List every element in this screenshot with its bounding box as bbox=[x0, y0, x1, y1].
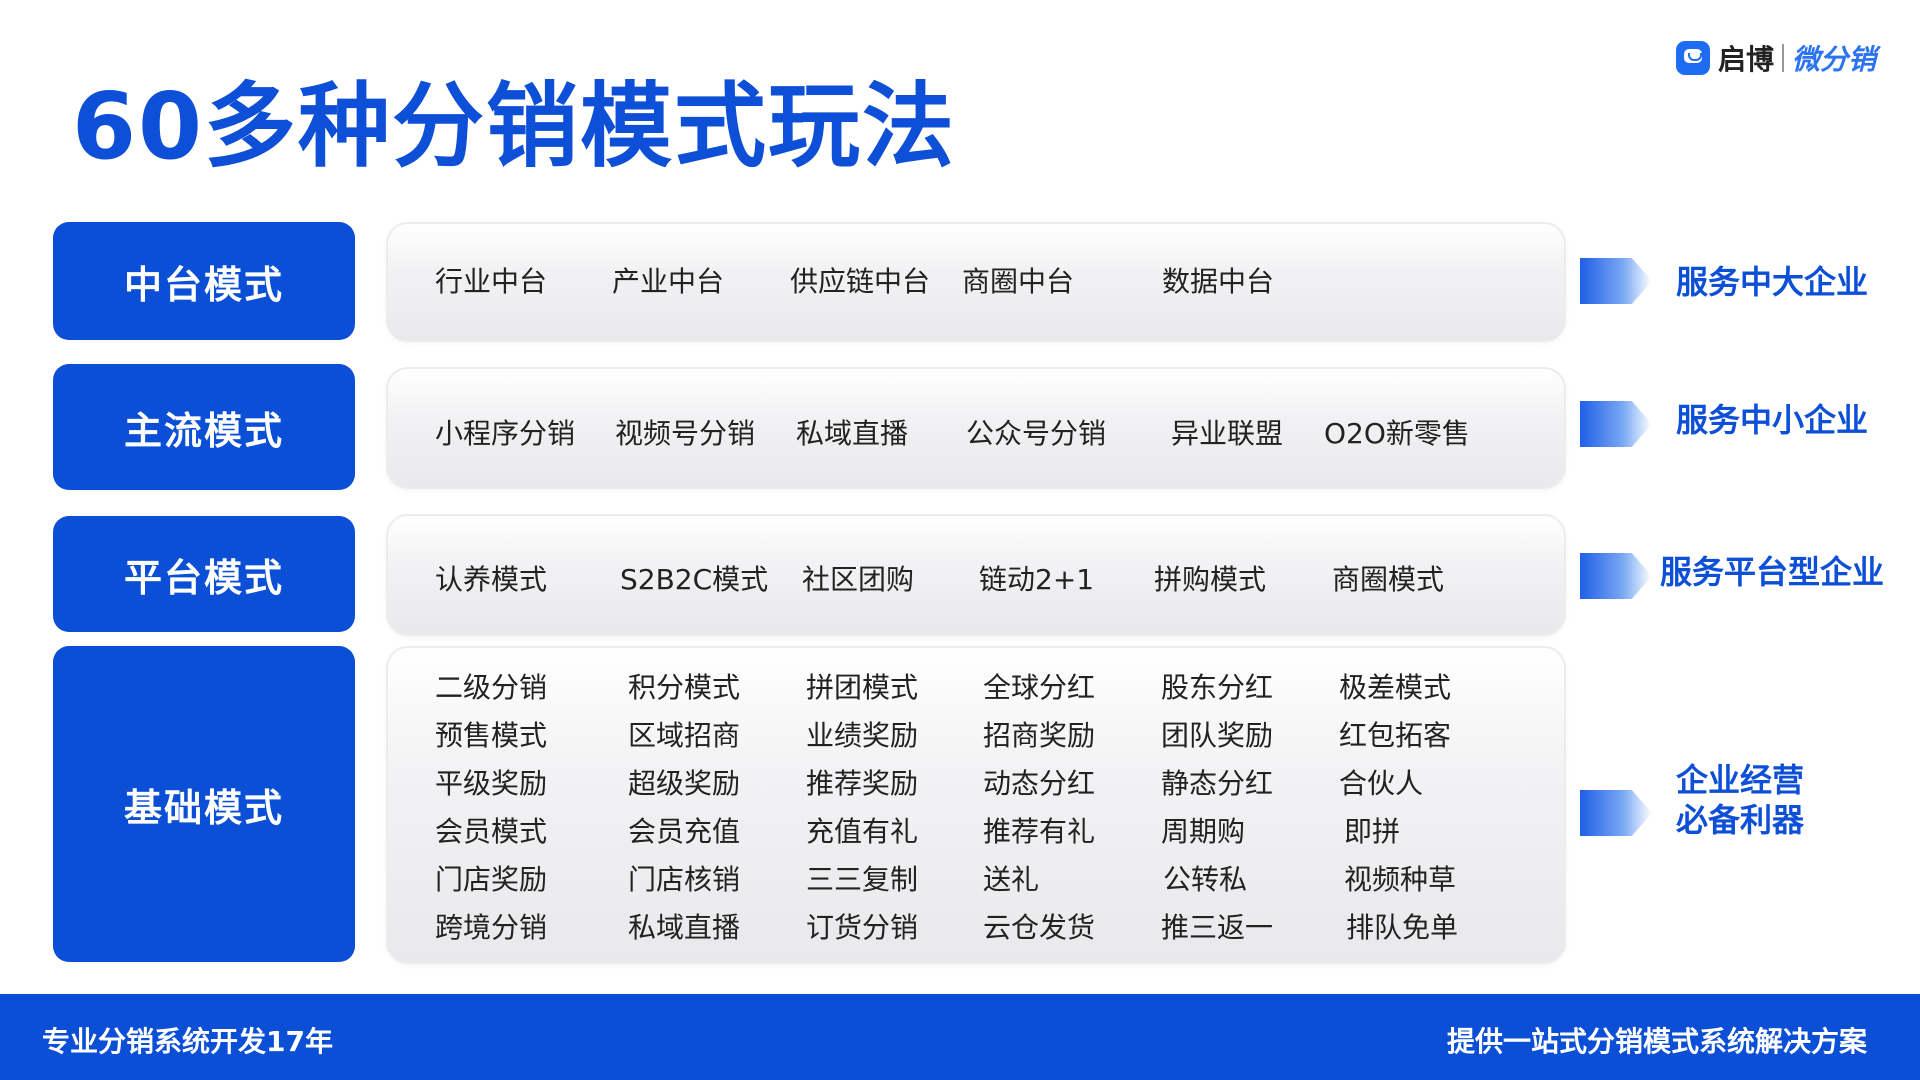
mode-item: 私域直播 bbox=[628, 911, 741, 944]
mode-item: 行业中台 bbox=[435, 265, 548, 298]
mode-badge-middle-platform: 中台模式 bbox=[53, 222, 355, 340]
mode-item: 拼购模式 bbox=[1154, 563, 1267, 596]
mode-item: 订货分销 bbox=[806, 911, 919, 944]
mode-item: 红包拓客 bbox=[1339, 719, 1452, 752]
mode-item: 推荐有礼 bbox=[983, 815, 1096, 848]
mode-item: 商圈中台 bbox=[962, 265, 1075, 298]
target-label: 服务中大企业 bbox=[1676, 263, 1869, 301]
mode-item: 供应链中台 bbox=[790, 265, 931, 298]
target-label: 服务平台型企业 bbox=[1660, 553, 1885, 591]
mode-item: 排队免单 bbox=[1346, 911, 1459, 944]
arrow-icon bbox=[1580, 553, 1652, 599]
mode-item: 充值有礼 bbox=[806, 815, 919, 848]
mode-item: 社区团购 bbox=[802, 563, 915, 596]
mode-panel-middle-platform: 行业中台 产业中台 供应链中台 商圈中台 数据中台 bbox=[386, 222, 1566, 342]
target-label: 服务中小企业 bbox=[1676, 401, 1869, 439]
mode-item: 门店奖励 bbox=[435, 863, 548, 896]
footer-right-text: 提供一站式分销模式系统解决方案 bbox=[1446, 1025, 1867, 1058]
mode-item: 私域直播 bbox=[796, 417, 909, 450]
mode-item: 动态分红 bbox=[983, 767, 1096, 800]
page-title: 60多种分销模式玩法 bbox=[72, 73, 957, 180]
mode-item: 极差模式 bbox=[1339, 671, 1452, 704]
mode-badge-basic: 基础模式 bbox=[53, 646, 355, 962]
mode-panel-platform: 认养模式 S2B2C模式 社区团购 链动2+1 拼购模式 商圈模式 bbox=[386, 514, 1566, 636]
mode-item: 平级奖励 bbox=[435, 767, 548, 800]
brand-logo: 启博 微分销 bbox=[1675, 38, 1876, 78]
mode-item: 跨境分销 bbox=[435, 911, 548, 944]
mode-item: S2B2C模式 bbox=[620, 563, 769, 596]
mode-item: 积分模式 bbox=[628, 671, 741, 704]
mode-item: 数据中台 bbox=[1162, 265, 1275, 298]
mode-item: 静态分红 bbox=[1161, 767, 1274, 800]
brand-divider bbox=[1781, 44, 1784, 72]
brand-product: 微分销 bbox=[1791, 43, 1876, 76]
mode-item: 超级奖励 bbox=[628, 767, 741, 800]
target-line: 企业经营 bbox=[1676, 761, 1805, 799]
mode-badge-platform: 平台模式 bbox=[53, 516, 355, 632]
mode-item: 区域招商 bbox=[628, 719, 741, 752]
mode-item: 异业联盟 bbox=[1171, 417, 1284, 450]
mode-item: 会员充值 bbox=[628, 815, 741, 848]
mode-item: 会员模式 bbox=[435, 815, 548, 848]
mode-item: 三三复制 bbox=[806, 863, 919, 896]
mode-item: 推荐奖励 bbox=[806, 767, 919, 800]
footer-bar: 专业分销系统开发17年 提供一站式分销模式系统解决方案 bbox=[0, 994, 1920, 1080]
mode-item: 产业中台 bbox=[612, 265, 725, 298]
mode-item: 合伙人 bbox=[1339, 767, 1424, 800]
mode-item: 股东分红 bbox=[1161, 671, 1274, 704]
mode-item: 推三返一 bbox=[1161, 911, 1274, 944]
mode-item: 公转私 bbox=[1163, 863, 1248, 896]
target-label: 企业经营 必备利器 bbox=[1676, 760, 1804, 840]
brand-chat-icon bbox=[1675, 41, 1710, 75]
mode-item: 团队奖励 bbox=[1161, 719, 1274, 752]
mode-item: 业绩奖励 bbox=[806, 719, 919, 752]
mode-item: O2O新零售 bbox=[1324, 417, 1470, 450]
mode-item: 云仓发货 bbox=[983, 911, 1096, 944]
mode-panel-mainstream: 小程序分销 视频号分销 私域直播 公众号分销 异业联盟 O2O新零售 bbox=[386, 367, 1566, 489]
mode-item: 二级分销 bbox=[435, 671, 548, 704]
mode-item: 小程序分销 bbox=[435, 417, 576, 450]
mode-item: 拼团模式 bbox=[806, 671, 919, 704]
mode-item: 认养模式 bbox=[435, 563, 548, 596]
mode-item: 门店核销 bbox=[628, 863, 741, 896]
mode-panel-basic: 二级分销 积分模式 拼团模式 全球分红 股东分红 极差模式 预售模式 区域招商 … bbox=[386, 646, 1566, 964]
brand-name: 启博 bbox=[1717, 43, 1774, 76]
mode-item: 招商奖励 bbox=[983, 719, 1096, 752]
mode-item: 周期购 bbox=[1161, 815, 1246, 848]
mode-item: 链动2+1 bbox=[979, 563, 1095, 596]
arrow-icon bbox=[1580, 790, 1652, 836]
mode-item: 预售模式 bbox=[435, 719, 548, 752]
mode-item: 即拼 bbox=[1344, 815, 1401, 848]
mode-item: 商圈模式 bbox=[1332, 563, 1445, 596]
arrow-icon bbox=[1580, 258, 1652, 304]
mode-item: 送礼 bbox=[983, 863, 1040, 896]
mode-item: 视频号分销 bbox=[615, 417, 756, 450]
footer-left-text: 专业分销系统开发17年 bbox=[42, 1025, 333, 1058]
mode-item: 公众号分销 bbox=[966, 417, 1107, 450]
mode-item: 全球分红 bbox=[983, 671, 1096, 704]
arrow-icon bbox=[1580, 401, 1652, 447]
mode-item: 视频种草 bbox=[1344, 863, 1457, 896]
target-line: 必备利器 bbox=[1676, 801, 1805, 839]
mode-badge-mainstream: 主流模式 bbox=[53, 364, 355, 490]
